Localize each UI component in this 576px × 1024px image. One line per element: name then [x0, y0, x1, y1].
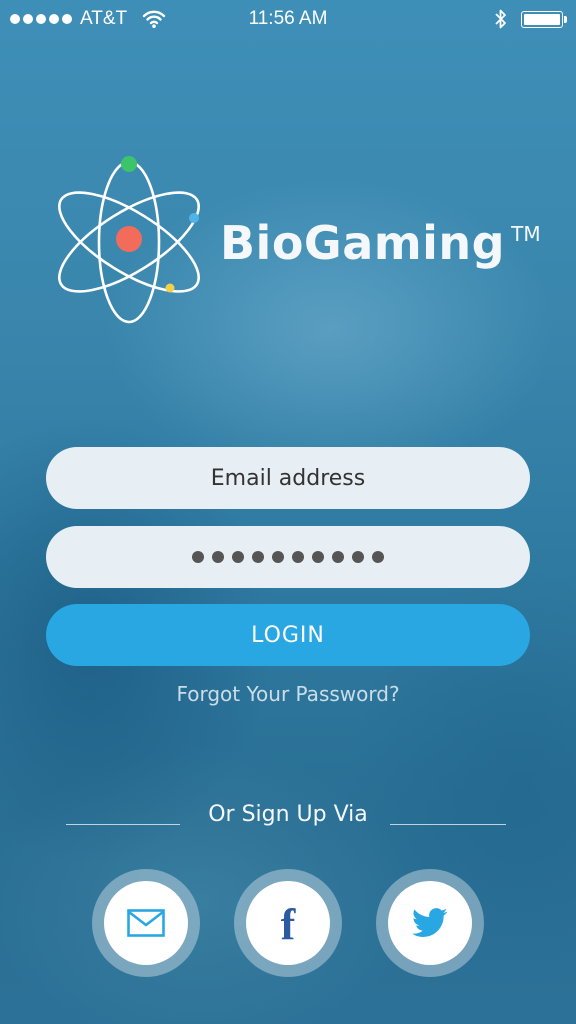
password-mask: [192, 551, 384, 563]
trademark-symbol: TM: [511, 222, 541, 246]
atom-icon: [58, 156, 200, 324]
mail-icon: [127, 909, 165, 937]
facebook-icon: f: [280, 900, 296, 949]
signup-divider: Or Sign Up Via: [0, 802, 576, 834]
email-signup-button[interactable]: [92, 869, 200, 977]
facebook-signup-button[interactable]: f: [234, 869, 342, 977]
facebook-signup-button-face[interactable]: f: [246, 881, 330, 965]
email-signup-button-face[interactable]: [104, 881, 188, 965]
status-time: 11:56 AM: [248, 8, 328, 29]
app-name: BioGaming: [220, 216, 506, 270]
twitter-icon: [412, 908, 448, 937]
password-field[interactable]: [46, 526, 530, 588]
battery-icon: [521, 11, 567, 28]
status-bar: AT&T 11:56 AM: [0, 0, 576, 40]
twitter-signup-button[interactable]: [376, 869, 484, 977]
login-button-label: LOGIN: [251, 622, 325, 648]
email-placeholder: Email address: [210, 465, 366, 491]
forgot-password-label: Forgot Your Password?: [176, 682, 400, 706]
login-screen: AT&T 11:56 AM BioGaming TM Email address…: [0, 0, 576, 1024]
bluetooth-icon: [495, 9, 506, 29]
login-button[interactable]: LOGIN: [46, 604, 530, 666]
email-field[interactable]: Email address: [46, 447, 530, 509]
brand-title: BioGaming TM: [220, 216, 541, 270]
twitter-signup-button-face[interactable]: [388, 881, 472, 965]
forgot-password-link[interactable]: Forgot Your Password?: [0, 682, 576, 706]
divider-line-right: [390, 824, 506, 825]
